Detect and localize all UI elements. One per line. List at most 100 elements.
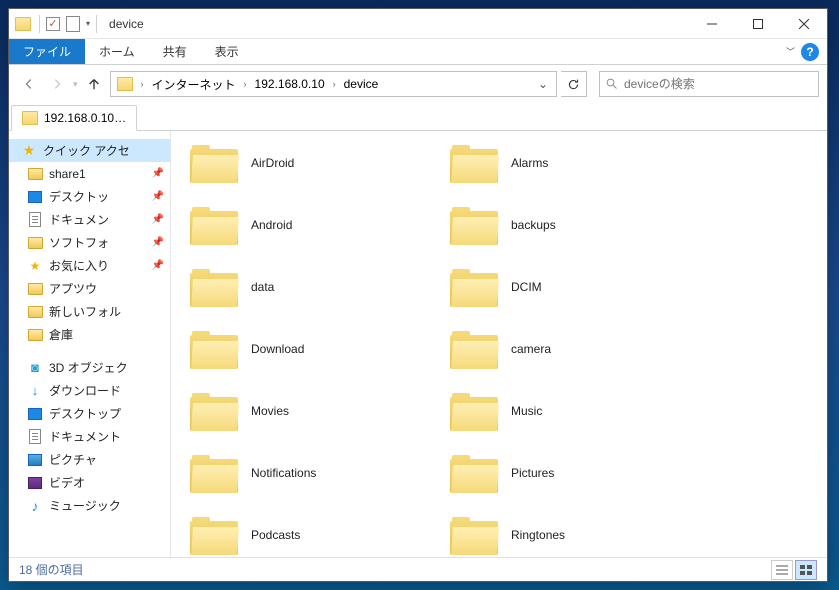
videos-icon bbox=[28, 477, 42, 489]
folder-icon bbox=[449, 267, 499, 307]
location-tabs: 192.168.0.10… bbox=[9, 103, 827, 131]
folder-item[interactable]: camera bbox=[441, 327, 691, 371]
breadcrumb-root[interactable] bbox=[113, 73, 137, 95]
breadcrumb-item[interactable]: 192.168.0.10 bbox=[251, 73, 329, 95]
sidebar-item-label: アプツウ bbox=[49, 280, 97, 297]
folder-label: Alarms bbox=[511, 156, 548, 170]
folder-icon bbox=[189, 453, 239, 493]
sidebar-item[interactable]: ソフトフォ 📌 bbox=[9, 231, 170, 254]
sidebar-item[interactable]: アプツウ bbox=[9, 277, 170, 300]
pin-icon: 📌 bbox=[152, 191, 164, 202]
sidebar-item[interactable]: ビデオ bbox=[9, 471, 170, 494]
folder-icon bbox=[189, 329, 239, 369]
icons-view-button[interactable] bbox=[795, 560, 817, 580]
folder-item[interactable]: Podcasts bbox=[181, 513, 431, 557]
folder-icon bbox=[449, 205, 499, 245]
sidebar-item[interactable]: ピクチャ bbox=[9, 448, 170, 471]
sidebar-item[interactable]: ↓ ダウンロード bbox=[9, 379, 170, 402]
document-icon bbox=[29, 212, 41, 227]
sidebar-quick-access[interactable]: ★ クイック アクセ bbox=[9, 139, 170, 162]
sidebar-item[interactable]: ドキュメン 📌 bbox=[9, 208, 170, 231]
maximize-button[interactable] bbox=[735, 9, 781, 39]
document-icon bbox=[29, 429, 41, 444]
chevron-right-icon[interactable]: › bbox=[242, 79, 249, 89]
sidebar-item-label: 倉庫 bbox=[49, 326, 73, 343]
help-icon[interactable]: ? bbox=[801, 43, 819, 61]
history-dropdown-icon[interactable]: ▾ bbox=[73, 79, 78, 90]
folder-icon bbox=[449, 515, 499, 555]
details-view-button[interactable] bbox=[771, 560, 793, 580]
folder-icon bbox=[117, 77, 133, 91]
sidebar-item[interactable]: ♪ ミュージック bbox=[9, 494, 170, 517]
folder-icon bbox=[189, 391, 239, 431]
folder-item[interactable]: Download bbox=[181, 327, 431, 371]
search-input[interactable] bbox=[624, 77, 812, 91]
tab-label: 192.168.0.10… bbox=[44, 111, 126, 125]
sidebar-item[interactable]: ドキュメント bbox=[9, 425, 170, 448]
view-mode-buttons bbox=[771, 560, 817, 580]
folder-item[interactable]: backups bbox=[441, 203, 691, 247]
folder-item[interactable]: Alarms bbox=[441, 141, 691, 185]
folder-icon bbox=[189, 205, 239, 245]
ribbon-right: ﹀ ? bbox=[786, 39, 827, 64]
folder-icon bbox=[28, 237, 43, 249]
sidebar-item[interactable]: 新しいフォル bbox=[9, 300, 170, 323]
folder-item[interactable]: Pictures bbox=[441, 451, 691, 495]
chevron-right-icon[interactable]: › bbox=[331, 79, 338, 89]
properties-icon[interactable]: ✓ bbox=[46, 17, 60, 31]
tab-view[interactable]: 表示 bbox=[201, 39, 253, 64]
tab-file[interactable]: ファイル bbox=[9, 39, 85, 64]
breadcrumb-item[interactable]: インターネット bbox=[148, 73, 240, 95]
address-bar[interactable]: › インターネット › 192.168.0.10 › device ⌄ bbox=[110, 71, 557, 97]
up-button[interactable] bbox=[82, 72, 106, 96]
folder-item[interactable]: Notifications bbox=[181, 451, 431, 495]
sidebar-item-label: ソフトフォ bbox=[49, 234, 109, 251]
folder-item[interactable]: Ringtones bbox=[441, 513, 691, 557]
ribbon-collapse-icon[interactable]: ﹀ bbox=[786, 45, 795, 58]
location-tab[interactable]: 192.168.0.10… bbox=[11, 105, 137, 131]
folder-item[interactable]: Music bbox=[441, 389, 691, 433]
title-left: ✓ ▾ device bbox=[9, 15, 689, 33]
folder-item[interactable]: data bbox=[181, 265, 431, 309]
back-button[interactable] bbox=[17, 72, 41, 96]
refresh-button[interactable] bbox=[561, 71, 587, 97]
sidebar-item-label: ビデオ bbox=[49, 474, 85, 491]
chevron-right-icon[interactable]: › bbox=[139, 79, 146, 89]
sidebar-item[interactable]: ◙ 3D オブジェク bbox=[9, 356, 170, 379]
title-bar[interactable]: ✓ ▾ device bbox=[9, 9, 827, 39]
folder-item[interactable]: AirDroid bbox=[181, 141, 431, 185]
file-list[interactable]: AirDroid Alarms Android backups data DCI… bbox=[171, 131, 827, 557]
folder-item[interactable]: DCIM bbox=[441, 265, 691, 309]
folder-icon bbox=[189, 515, 239, 555]
folder-item[interactable]: Android bbox=[181, 203, 431, 247]
folder-label: Download bbox=[251, 342, 304, 356]
qat-dropdown-icon[interactable]: ▾ bbox=[86, 19, 90, 28]
sidebar-item[interactable]: share1 📌 bbox=[9, 162, 170, 185]
sidebar-item[interactable]: ★ お気に入り 📌 bbox=[9, 254, 170, 277]
ribbon-tabs: ファイル ホーム 共有 表示 ﹀ ? bbox=[9, 39, 827, 65]
desktop-icon bbox=[28, 408, 42, 420]
navigation-pane[interactable]: ★ クイック アクセ share1 📌 デスクトッ 📌 ドキュメン 📌 ソフトフ… bbox=[9, 131, 171, 557]
tab-share[interactable]: 共有 bbox=[149, 39, 201, 64]
folder-label: DCIM bbox=[511, 280, 542, 294]
address-dropdown-icon[interactable]: ⌄ bbox=[532, 77, 554, 91]
search-box[interactable] bbox=[599, 71, 819, 97]
minimize-button[interactable] bbox=[689, 9, 735, 39]
forward-button[interactable] bbox=[45, 72, 69, 96]
sidebar-item-label: ダウンロード bbox=[49, 382, 121, 399]
sidebar-item[interactable]: 倉庫 bbox=[9, 323, 170, 346]
breadcrumb-item[interactable]: device bbox=[340, 73, 383, 95]
window-buttons bbox=[689, 9, 827, 39]
sidebar-item[interactable]: デスクトッ 📌 bbox=[9, 185, 170, 208]
download-icon: ↓ bbox=[32, 383, 39, 398]
sidebar-item-label: ドキュメント bbox=[49, 428, 121, 445]
close-button[interactable] bbox=[781, 9, 827, 39]
folder-label: Android bbox=[251, 218, 292, 232]
tab-home[interactable]: ホーム bbox=[85, 39, 149, 64]
new-folder-icon[interactable] bbox=[66, 16, 80, 32]
folder-icon bbox=[28, 283, 43, 295]
window-title: device bbox=[109, 17, 144, 31]
folder-item[interactable]: Movies bbox=[181, 389, 431, 433]
sidebar-item-label: デスクトップ bbox=[49, 405, 121, 422]
sidebar-item[interactable]: デスクトップ bbox=[9, 402, 170, 425]
